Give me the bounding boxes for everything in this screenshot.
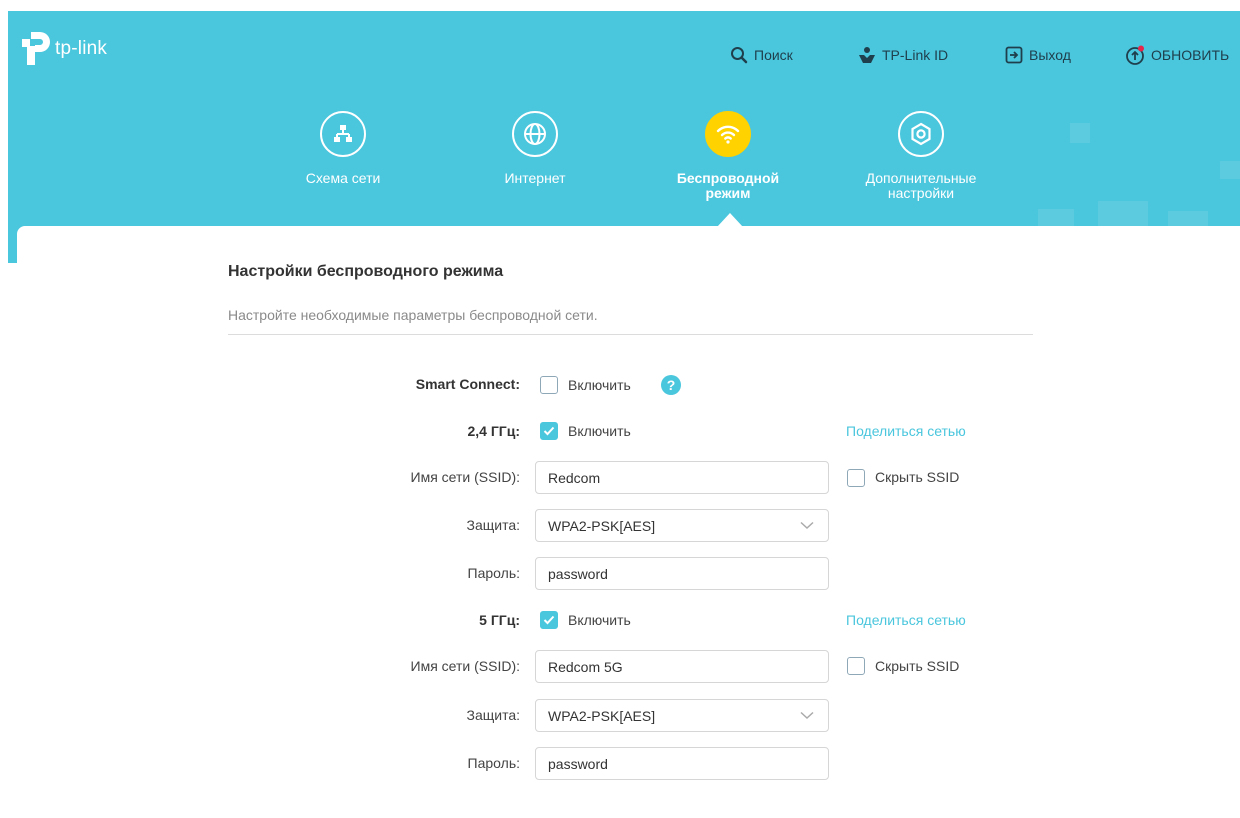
band5-ssid-label: Имя сети (SSID): xyxy=(410,658,521,674)
update-icon xyxy=(1126,45,1144,65)
logout-link[interactable]: Выход xyxy=(1005,44,1071,66)
advanced-settings-icon xyxy=(898,111,944,157)
band24-hide-ssid-checkbox[interactable] xyxy=(847,469,865,487)
band5-hide-ssid-label[interactable]: Скрыть SSID xyxy=(875,658,959,674)
decor xyxy=(1070,123,1090,143)
tab-advanced-label-line2: настройки xyxy=(887,185,955,201)
decor xyxy=(1220,161,1240,179)
tab-wireless-label-line2: режим xyxy=(705,185,751,201)
help-icon[interactable]: ? xyxy=(661,375,681,395)
logo-text: tp-link xyxy=(55,38,108,59)
update-link[interactable]: ОБНОВИТЬ xyxy=(1125,44,1229,66)
band24-share-link[interactable]: Поделиться сетью xyxy=(846,423,966,439)
search-link[interactable]: Поиск xyxy=(730,44,793,66)
tp-link-logo-icon xyxy=(22,32,50,65)
tab-wireless[interactable]: Беспроводной режим xyxy=(658,111,798,201)
band24-enable-label[interactable]: Включить xyxy=(568,423,631,439)
band5-hide-ssid-checkbox[interactable] xyxy=(847,657,865,675)
chevron-down-icon xyxy=(800,521,814,530)
tab-wireless-label-line1: Беспроводной xyxy=(676,170,780,186)
band24-label: 2,4 ГГц: xyxy=(467,423,521,439)
tab-wireless-label: Беспроводной режим xyxy=(658,171,798,201)
band5-security-value: WPA2-PSK[AES] xyxy=(548,708,656,724)
search-link-label: Поиск xyxy=(754,47,793,63)
tab-network-map[interactable]: Схема сети xyxy=(273,111,413,186)
tab-advanced-label-line1: Дополнительные xyxy=(865,170,977,186)
band24-ssid-label: Имя сети (SSID): xyxy=(410,469,521,485)
band24-enable-checkbox[interactable] xyxy=(540,422,558,440)
band5-enable-label[interactable]: Включить xyxy=(568,612,631,628)
active-tab-pointer xyxy=(717,213,743,227)
band24-security-label: Защита: xyxy=(466,517,520,533)
band24-hide-ssid-label[interactable]: Скрыть SSID xyxy=(875,469,959,485)
search-icon xyxy=(731,47,748,64)
page-subtitle: Настройте необходимые параметры беспрово… xyxy=(228,307,598,323)
band24-password-label: Пароль: xyxy=(467,565,520,581)
band5-password-input[interactable] xyxy=(536,748,828,779)
band5-security-label: Защита: xyxy=(466,707,520,723)
tab-internet[interactable]: Интернет xyxy=(465,111,605,186)
tplink-id-link[interactable]: TP-Link ID xyxy=(858,44,948,66)
band5-security-select[interactable]: WPA2-PSK[AES] xyxy=(535,699,829,732)
band5-ssid-input[interactable] xyxy=(536,651,828,682)
chevron-down-icon xyxy=(800,711,814,720)
band24-password-field[interactable] xyxy=(535,557,829,590)
band24-security-select[interactable]: WPA2-PSK[AES] xyxy=(535,509,829,542)
wifi-icon xyxy=(705,111,751,157)
checkmark-icon xyxy=(543,426,555,436)
logout-icon xyxy=(1005,46,1023,64)
tplink-id-label: TP-Link ID xyxy=(882,47,949,63)
network-map-icon xyxy=(320,111,366,157)
tab-internet-label: Интернет xyxy=(504,170,566,186)
smart-connect-checkbox[interactable] xyxy=(540,376,558,394)
band24-password-input[interactable] xyxy=(536,558,828,589)
band5-label: 5 ГГц: xyxy=(479,612,520,628)
band24-ssid-field[interactable] xyxy=(535,461,829,494)
tab-advanced[interactable]: Дополнительные настройки xyxy=(851,111,991,201)
band5-password-label: Пароль: xyxy=(467,755,520,771)
logout-label: Выход xyxy=(1029,47,1071,63)
tab-advanced-label: Дополнительные настройки xyxy=(851,171,991,201)
page-title: Настройки беспроводного режима xyxy=(228,263,504,280)
band5-password-field[interactable] xyxy=(535,747,829,780)
band5-ssid-field[interactable] xyxy=(535,650,829,683)
band24-security-value: WPA2-PSK[AES] xyxy=(548,518,656,534)
smart-connect-checkbox-label[interactable]: Включить xyxy=(568,377,631,393)
checkmark-icon xyxy=(543,615,555,625)
band5-share-link[interactable]: Поделиться сетью xyxy=(846,612,966,628)
divider xyxy=(228,334,1033,335)
band5-enable-checkbox[interactable] xyxy=(540,611,558,629)
tab-network-map-label: Схема сети xyxy=(305,170,381,186)
tp-link-logo[interactable]: tp-link xyxy=(22,29,107,69)
update-label: ОБНОВИТЬ xyxy=(1151,47,1230,63)
user-icon xyxy=(859,47,875,63)
smart-connect-label: Smart Connect: xyxy=(415,376,520,392)
band24-ssid-input[interactable] xyxy=(536,462,828,493)
globe-icon xyxy=(512,111,558,157)
